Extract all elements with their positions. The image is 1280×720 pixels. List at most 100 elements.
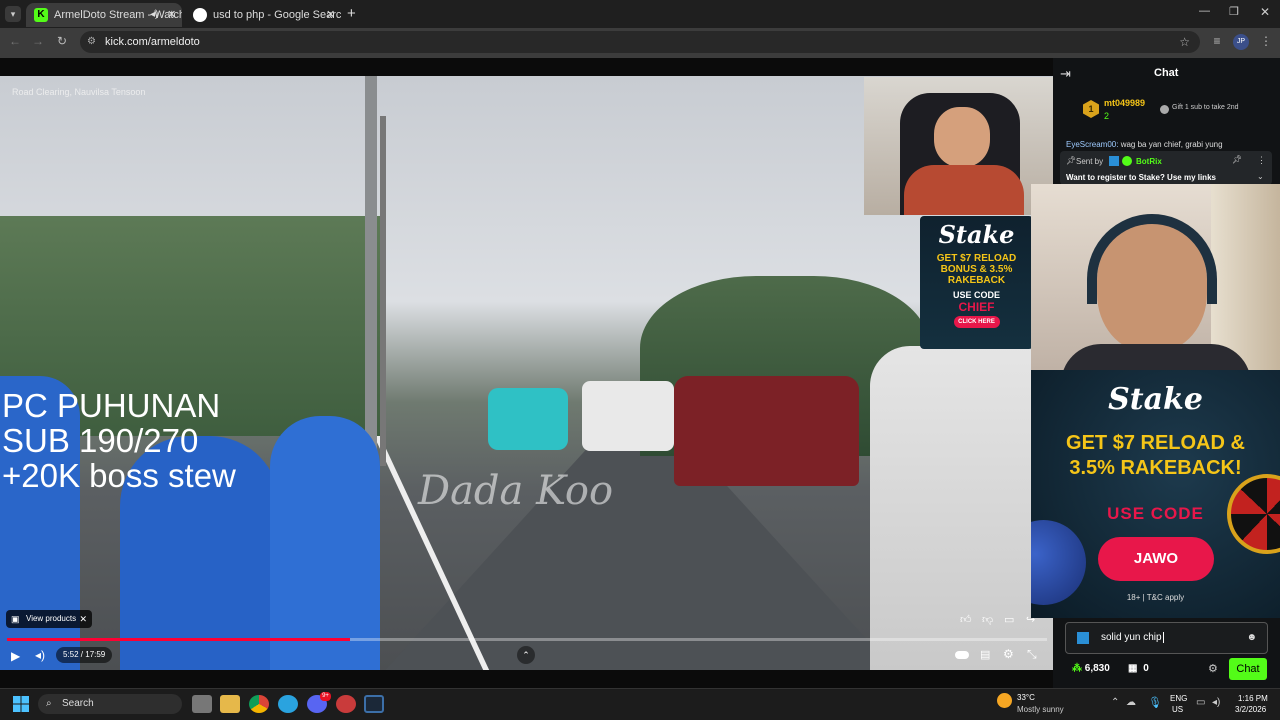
ad-code-button[interactable]: JAWO xyxy=(1098,537,1214,581)
volume-icon[interactable]: ◂) xyxy=(1212,697,1220,708)
progress-fill xyxy=(7,638,351,641)
chat-message: EyeScream00: wag ba yan chief, grabi yun… xyxy=(1066,140,1266,149)
streamer-webcam-top xyxy=(864,77,1053,215)
region-code[interactable]: US xyxy=(1172,705,1183,714)
chat-settings-gear-icon[interactable]: ⚙ xyxy=(1208,662,1218,675)
restore-button[interactable]: ❐ xyxy=(1229,5,1239,18)
tab-title: usd to php - Google Search xyxy=(213,9,341,21)
more-options-icon[interactable]: ⋮ xyxy=(1257,155,1266,166)
ad-line: GET $7 RELOAD & xyxy=(1066,432,1245,454)
send-chat-button[interactable]: Chat xyxy=(1229,658,1267,680)
tab-title: ArmelDoto Stream - Watch xyxy=(54,9,182,21)
autoplay-toggle[interactable] xyxy=(955,651,969,659)
audio-playing-icon[interactable]: ◂) xyxy=(150,3,158,27)
steam-icon[interactable] xyxy=(364,695,384,713)
chevron-down-icon[interactable]: ⌄ xyxy=(1257,172,1264,181)
person-blue-shirt xyxy=(270,416,380,670)
volume-icon[interactable]: ◂) xyxy=(35,648,45,662)
pinned-sent-by: Sent by xyxy=(1076,157,1104,166)
address-bar[interactable]: ⚙ kick.com/armeldoto ☆ xyxy=(80,31,1200,53)
clock-time[interactable]: 1:16 PM xyxy=(1238,694,1268,703)
close-window-button[interactable]: ✕ xyxy=(1260,5,1270,19)
chevron-up-icon[interactable]: ⌃ xyxy=(1111,697,1119,708)
minimize-button[interactable]: — xyxy=(1199,5,1210,17)
ad-line: BONUS & 3.5% xyxy=(940,264,1013,275)
ad-line: GET $7 RELOAD xyxy=(936,253,1017,264)
message-username[interactable]: EyeScream00: xyxy=(1066,140,1118,149)
gift-prompt: Gift 1 sub to take 2nd xyxy=(1172,104,1239,111)
search-label: Search xyxy=(62,698,94,709)
stake-ad-large[interactable]: Stake GET $7 RELOAD & 3.5% RAKEBACK! USE… xyxy=(1031,370,1280,618)
taskbar-search-box[interactable]: ⌕ Search xyxy=(38,694,182,714)
rank-badge: 1 xyxy=(1083,100,1099,118)
top-gifter-card[interactable]: 1 mt049989 2 Gift 1 sub to take 2nd xyxy=(1080,96,1270,124)
telegram-icon[interactable] xyxy=(278,695,298,713)
stake-logo: Stake xyxy=(1108,382,1203,417)
chat-title: Chat xyxy=(1154,67,1179,79)
microphone-icon[interactable]: 🎙︎ xyxy=(1148,696,1162,709)
reload-icon[interactable]: ↻ xyxy=(54,34,70,48)
back-arrow-icon[interactable]: ← xyxy=(7,34,23,48)
browser-menu-icon[interactable]: ⋮ xyxy=(1258,34,1274,48)
bookmark-star-icon[interactable]: ☆ xyxy=(1179,31,1190,53)
chat-input[interactable]: solid yun chip ☻ xyxy=(1065,622,1268,654)
ad-disclaimer: 18+ | T&C apply xyxy=(1126,593,1185,602)
comment-icon[interactable]: ▭ xyxy=(1004,613,1014,626)
ad-line: RAKEBACK xyxy=(947,275,1006,286)
stake-ad-small[interactable]: Stake GET $7 RELOAD BONUS & 3.5% RAKEBAC… xyxy=(920,216,1033,349)
settings-gear-icon[interactable]: ⚙ xyxy=(1003,647,1014,661)
cloud-icon[interactable]: ☁ xyxy=(1126,697,1136,708)
like-icon[interactable]: 👍︎ xyxy=(960,613,972,626)
google-favicon-icon xyxy=(193,8,207,22)
points-icon: ⁂ xyxy=(1072,663,1082,674)
task-view-icon[interactable] xyxy=(192,695,212,713)
gifter-name: mt049989 xyxy=(1104,98,1146,108)
weather-temp: 33°C xyxy=(1017,693,1035,702)
ad-line: 3.5% RAKEBACK! xyxy=(1069,457,1242,479)
reading-list-icon[interactable]: ≡ xyxy=(1209,34,1225,48)
red-suv xyxy=(674,376,859,486)
progress-track[interactable] xyxy=(7,638,1047,641)
weather-sun-icon[interactable] xyxy=(997,693,1012,708)
message-text: wag ba yan chief, grabi yung xyxy=(1120,140,1223,149)
pin-toggle-icon[interactable]: 📌︎ xyxy=(1232,155,1242,164)
stream-goal-overlay: PC PUHUNAN SUB 190/270 +20K boss stew xyxy=(2,387,236,494)
gifter-count: 2 xyxy=(1104,111,1110,121)
site-info-icon[interactable]: ⚙ xyxy=(87,31,96,53)
chevron-up-icon[interactable]: ⌃ xyxy=(517,646,535,664)
network-icon[interactable]: ▭ xyxy=(1196,697,1205,708)
streamer-webcam-right xyxy=(1031,184,1280,374)
white-van xyxy=(582,381,674,451)
pinned-message[interactable]: 📌︎ Sent by BotRix 📌︎ ⋮ Want to register … xyxy=(1060,151,1272,185)
tab-search-dropdown-icon[interactable]: ▾ xyxy=(5,6,21,22)
tab-armeldoto-stream[interactable]: K ArmelDoto Stream - Watch ◂) ✕ xyxy=(26,3,182,27)
emoji-icon[interactable]: ☻ xyxy=(1246,623,1257,653)
file-explorer-icon[interactable] xyxy=(220,695,240,713)
tab-close-icon[interactable]: ✕ xyxy=(326,3,335,27)
language-code[interactable]: ENG xyxy=(1170,694,1187,703)
play-icon[interactable]: ▶ xyxy=(11,649,20,663)
new-tab-button[interactable]: + xyxy=(347,5,356,22)
tab-google-search[interactable]: usd to php - Google Search ✕ xyxy=(185,3,341,27)
view-products-button[interactable]: ▣ View products ✕ xyxy=(6,610,92,628)
windows-start-icon[interactable] xyxy=(13,696,29,712)
ad-cta-button[interactable]: CLICK HERE xyxy=(953,316,1000,328)
subtitles-icon[interactable]: ▤ xyxy=(980,648,990,661)
profile-avatar[interactable]: JP xyxy=(1233,34,1249,50)
pinned-username: BotRix xyxy=(1136,157,1162,166)
tab-close-icon[interactable]: ✕ xyxy=(167,3,176,27)
clock-date[interactable]: 3/2/2026 xyxy=(1235,705,1266,714)
view-products-label: View products xyxy=(26,614,77,623)
subs-display[interactable]: ▦ 0 xyxy=(1128,663,1149,674)
collapse-chat-icon[interactable]: ⇥ xyxy=(1060,66,1071,82)
streamer-face xyxy=(934,107,990,167)
weather-desc: Mostly sunny xyxy=(1017,705,1064,714)
dislike-icon[interactable]: 👎︎ xyxy=(982,613,993,626)
chromium-app-icon[interactable] xyxy=(336,695,356,713)
close-icon[interactable]: ✕ xyxy=(79,610,87,628)
forward-arrow-icon[interactable]: → xyxy=(30,34,46,48)
watermark-text: Dada Koo xyxy=(418,468,614,514)
chrome-icon[interactable] xyxy=(249,695,269,713)
exit-fullscreen-icon[interactable]: ⤡ xyxy=(1027,647,1037,662)
points-display[interactable]: ⁂ 6,830 xyxy=(1072,663,1110,674)
